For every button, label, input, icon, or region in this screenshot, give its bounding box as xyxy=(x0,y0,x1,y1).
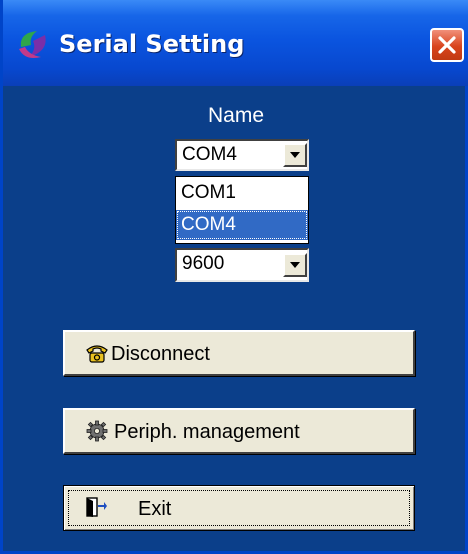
periph-management-label: Periph. management xyxy=(114,421,300,443)
serial-setting-window: Serial Setting Name COM4 COM1 COM4 9600 … xyxy=(0,0,468,554)
exit-label: Exit xyxy=(138,498,172,520)
port-option-label: COM4 xyxy=(181,214,236,235)
baud-rate-value: 9600 xyxy=(182,253,225,274)
disconnect-button[interactable]: Disconnect xyxy=(63,330,415,376)
port-option-label: COM1 xyxy=(181,182,236,203)
port-option-com4[interactable]: COM4 xyxy=(176,210,308,240)
port-select[interactable]: COM4 xyxy=(175,139,309,171)
periph-management-button[interactable]: Periph. management xyxy=(63,408,415,454)
close-button[interactable] xyxy=(430,28,464,62)
focus-rectangle xyxy=(68,490,410,526)
baud-rate-select[interactable]: 9600 xyxy=(175,248,309,282)
telephone-icon xyxy=(86,345,108,363)
close-icon xyxy=(438,36,456,54)
exit-door-icon xyxy=(86,497,107,517)
title-bar[interactable]: Serial Setting xyxy=(3,0,468,86)
gear-icon xyxy=(86,420,108,442)
exit-button[interactable]: Exit xyxy=(63,485,415,531)
chevron-down-icon[interactable] xyxy=(283,143,307,167)
port-select-value: COM4 xyxy=(182,144,237,165)
port-option-com1[interactable]: COM1 xyxy=(176,178,308,208)
chevron-down-icon[interactable] xyxy=(283,253,307,277)
disconnect-label: Disconnect xyxy=(111,343,210,365)
port-dropdown-list: COM1 COM4 xyxy=(175,176,309,244)
name-label: Name xyxy=(208,104,265,127)
window-title: Serial Setting xyxy=(59,30,245,58)
app-logo-icon xyxy=(19,31,46,58)
